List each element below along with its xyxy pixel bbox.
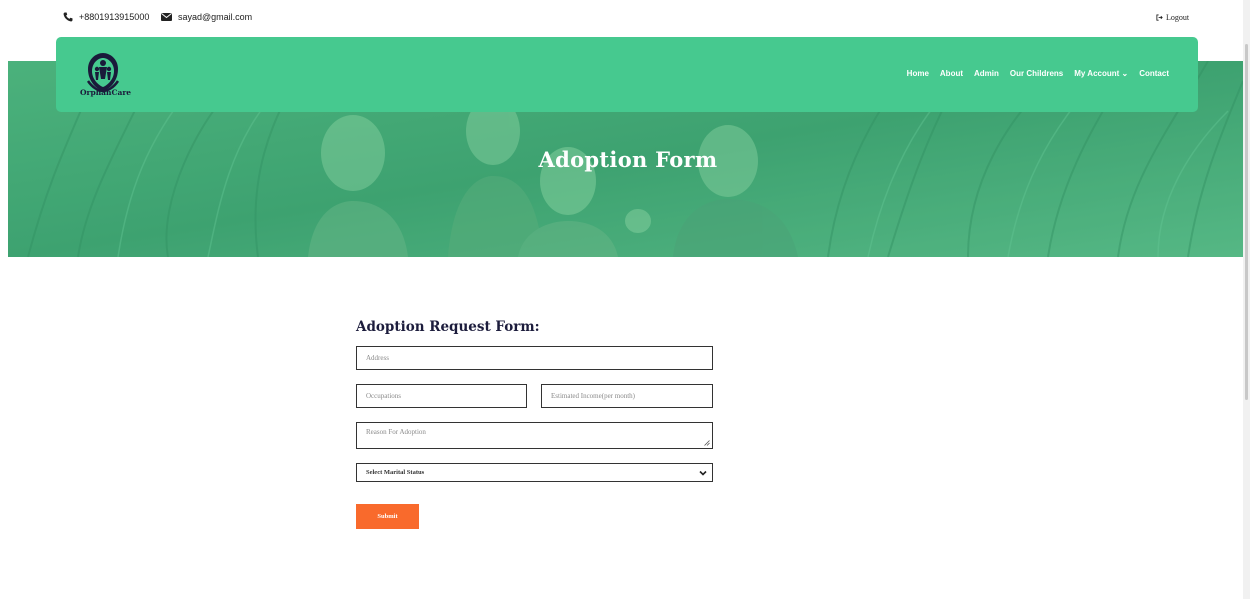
form-title: Adoption Request Form: [356,319,540,335]
reason-placeholder: Reason For Adoption [366,428,426,436]
address-placeholder: Address [366,354,389,362]
chevron-down-icon [699,470,707,476]
logout-link[interactable]: Logout [1156,13,1189,22]
marital-selected-value: Select Marital Status [366,469,425,476]
logout-label: Logout [1166,13,1190,22]
page-title: Adoption Form [538,147,718,172]
navbar: OrphanCare Home About Admin Our Children… [56,37,1198,112]
family-hands-logo-icon[interactable] [78,47,128,107]
nav-item-admin[interactable]: Admin [974,69,999,78]
logout-icon [1156,14,1163,21]
phone-icon [63,12,73,22]
phone-number: +8801913915000 [79,12,150,22]
phone-contact: +8801913915000 [63,12,149,22]
income-placeholder: Estimated Income(per month) [551,392,635,400]
nav-item-my-account[interactable]: My Account ⌄ [1074,69,1128,78]
submit-button[interactable]: Submit [356,504,419,529]
nav-item-home[interactable]: Home [907,69,929,78]
reason-textarea[interactable]: Reason For Adoption [356,422,713,449]
resize-grip-icon[interactable] [704,440,710,446]
email-address: sayad@gmail.com [178,12,253,22]
top-contact-bar: +8801913915000 sayad@gmail.com Logout [0,0,1250,36]
envelope-icon [161,13,172,21]
occupation-placeholder: Occupations [366,392,401,400]
marital-status-select[interactable]: Select Marital Status [356,463,713,482]
occupation-input[interactable]: Occupations [356,384,527,408]
scrollbar-thumb[interactable] [1245,44,1248,400]
address-input[interactable]: Address [356,346,713,370]
email-contact: sayad@gmail.com [161,12,252,22]
nav-item-about[interactable]: About [940,69,963,78]
page-scrollbar[interactable] [1243,0,1250,599]
income-input[interactable]: Estimated Income(per month) [541,384,713,408]
nav-item-contact[interactable]: Contact [1139,69,1169,78]
brand-name[interactable]: OrphanCare [80,88,131,97]
nav-item-our-childrens[interactable]: Our Childrens [1010,69,1063,78]
main-nav: Home About Admin Our Childrens My Accoun… [907,69,1169,78]
